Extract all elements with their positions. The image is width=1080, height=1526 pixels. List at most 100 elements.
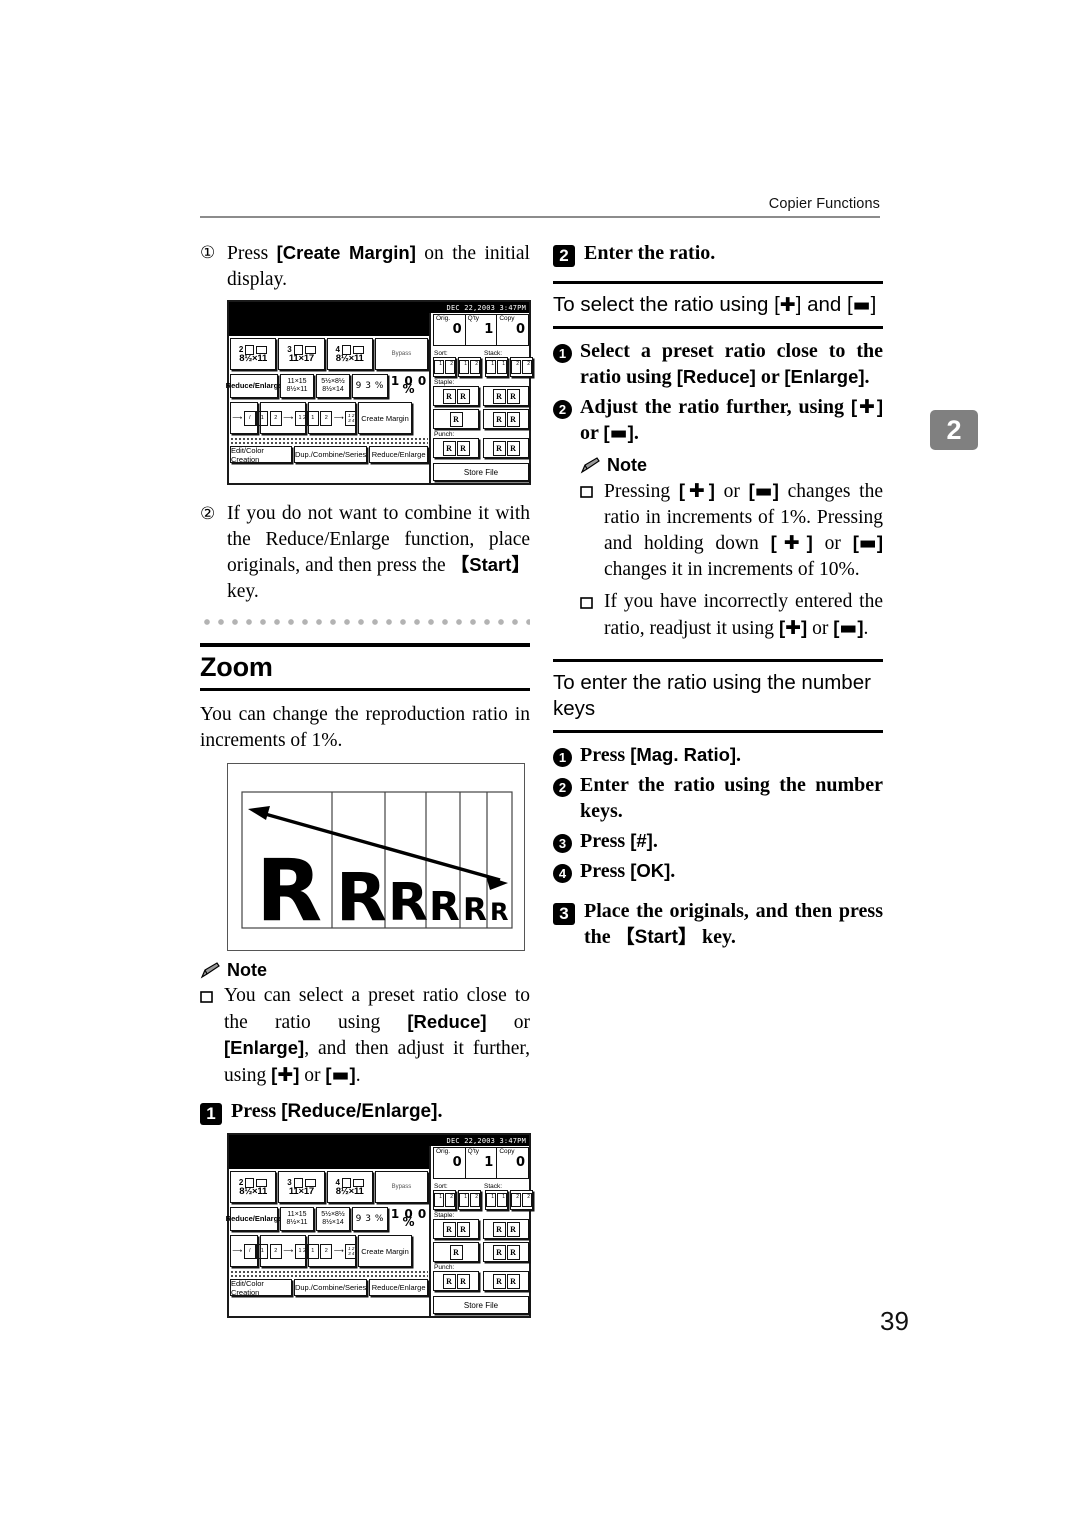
substep-text: Select a preset ratio close to the ratio…	[580, 338, 883, 390]
tab-reduce-enlarge[interactable]: Reduce/Enlarge	[369, 1279, 428, 1296]
reduce-enlarge-button[interactable]: Reduce/Enlarge	[226, 374, 282, 398]
duplex-button-3[interactable]: 1 2 ⟶ 1 23 4	[306, 1235, 358, 1267]
punch-option-button[interactable]: RR	[483, 438, 529, 458]
counter-orig: Orig. 0	[434, 1148, 466, 1178]
left-step-1-text-before: Press	[227, 243, 277, 264]
counter-orig: Orig. 0	[434, 315, 466, 345]
tab-reduce-enlarge[interactable]: Reduce/Enlarge	[369, 446, 428, 463]
step-key: [Reduce/Enlarge]	[281, 1101, 438, 1122]
staple-option-button[interactable]: RR	[483, 1219, 529, 1239]
tray-button[interactable]: 4 8½×11	[326, 1171, 373, 1203]
store-file-button[interactable]: Store File	[433, 463, 529, 481]
tab-dup-combine-series[interactable]: Dup./Combine/Series	[293, 1279, 368, 1296]
counter-copy: Copy 0	[497, 315, 528, 345]
preset-top: 11×15	[287, 377, 307, 385]
substep-key: [#]	[630, 830, 653, 851]
stack-option-button[interactable]: 11	[485, 1190, 508, 1210]
tab-label: Reduce/Enlarge	[371, 450, 426, 459]
substep-marker: 3	[553, 834, 572, 853]
create-margin-button[interactable]: Create Margin	[358, 402, 412, 434]
minus-key: [▬]	[325, 1063, 356, 1086]
duplex-button-3[interactable]: 1 2 ⟶ 1 23 4	[306, 402, 358, 434]
substep-marker: 4	[553, 864, 572, 883]
tray-size: 8½×11	[335, 1186, 364, 1197]
substep-key: [Reduce]	[676, 366, 756, 387]
substep-part: Adjust the ratio further, using	[580, 396, 851, 418]
step-key: 【Start】	[615, 927, 697, 948]
note-item-text: If you have incorrectly entered the rati…	[604, 589, 883, 641]
note-part: or	[486, 1011, 530, 1033]
counter-value: 0	[515, 1155, 526, 1170]
tray-size: 8½×11	[239, 353, 268, 364]
r-icon: R	[506, 388, 520, 404]
stack-option-button[interactable]: 22	[510, 1190, 533, 1210]
counter-label: Copy	[499, 315, 515, 322]
svg-text:R: R	[388, 873, 428, 933]
staple-option-button[interactable]: RR	[433, 1219, 479, 1239]
store-file-button[interactable]: Store File	[433, 1296, 529, 1314]
substep-part: Press	[580, 830, 631, 852]
bypass-tray-button[interactable]: Bypass	[374, 338, 429, 370]
left-step-A: 1 Press [Reduce/Enlarge].	[200, 1098, 530, 1125]
staple-option-button[interactable]: R	[433, 409, 479, 429]
staple-option-button[interactable]: RR	[483, 409, 529, 429]
page-icon: 1	[256, 1243, 269, 1259]
bypass-tray-button[interactable]: Bypass	[374, 1171, 429, 1203]
sort-option-button[interactable]: 12	[458, 1190, 481, 1210]
ratio-preset-button[interactable]: 11×15 8½×11	[280, 1207, 314, 1231]
tray-button[interactable]: 4 8½×11	[326, 338, 373, 370]
r-icon: R	[492, 1221, 506, 1237]
tab-dup-combine-series[interactable]: Dup./Combine/Series	[293, 446, 368, 463]
header-rule	[200, 216, 880, 218]
ratio-preset-button[interactable]: 5½×8½ 8½×14	[316, 374, 350, 398]
stack-option-button[interactable]: 11	[485, 357, 508, 377]
tray-button[interactable]: 2 8½×11	[230, 1171, 277, 1203]
reduce-enlarge-button[interactable]: Reduce/Enlarge	[226, 1207, 282, 1231]
staple-option-button[interactable]: RR	[483, 386, 529, 406]
sort-option-button[interactable]: 12	[433, 357, 456, 377]
substep-marker: 2	[553, 778, 572, 797]
note-part: or	[714, 481, 749, 502]
counter-label: Orig.	[436, 315, 451, 322]
create-margin-button[interactable]: Create Margin	[358, 1235, 412, 1267]
duplex-button-1[interactable]: ⟶ /	[230, 402, 258, 434]
tray-button[interactable]: 3 11×17	[278, 338, 325, 370]
punch-option-button[interactable]: RR	[433, 438, 479, 458]
bypass-label: Bypass	[391, 1184, 412, 1190]
tray-button[interactable]: 2 8½×11	[230, 338, 277, 370]
tab-label: Reduce/Enlarge	[371, 1283, 426, 1292]
plus-key: [✚]	[850, 396, 883, 418]
staple-option-button[interactable]: RR	[483, 1242, 529, 1262]
left-note-item: You can select a preset ratio close to t…	[200, 983, 530, 1088]
left-step-1-key: [Create Margin]	[276, 242, 416, 263]
staple-option-button[interactable]: RR	[433, 386, 479, 406]
sort-option-button[interactable]: 12	[433, 1190, 456, 1210]
ratio-preset-button[interactable]: 11×15 8½×11	[280, 374, 314, 398]
minus-key: [▬]	[603, 422, 634, 444]
duplex-button-2[interactable]: 1 2 ⟶ 1 2	[256, 1235, 310, 1267]
running-header: Copier Functions	[200, 196, 880, 218]
tab-edit-color-creation[interactable]: Edit/Color Creation	[230, 1279, 292, 1297]
tray-button[interactable]: 3 11×17	[278, 1171, 325, 1203]
punch-option-button[interactable]: RR	[433, 1271, 479, 1291]
sort-option-button[interactable]: 12	[458, 357, 481, 377]
ratio-93-button[interactable]: 9 3 %	[352, 1207, 388, 1231]
punch-option-button[interactable]: RR	[483, 1271, 529, 1291]
duplex-button-1[interactable]: ⟶ /	[230, 1235, 258, 1267]
tab-label: Dup./Combine/Series	[294, 450, 367, 459]
substep-text: Press [#].	[580, 828, 883, 854]
ratio-preset-button[interactable]: 5½×8½ 8½×14	[316, 1207, 350, 1231]
left-step-2-marker: ②	[200, 504, 216, 523]
page-icon: 1	[434, 360, 444, 374]
r-icon: R	[442, 1273, 456, 1289]
lcd-counters: Orig. 0 Q'ty 1 Copy 0	[433, 314, 529, 346]
staple-option-button[interactable]: R	[433, 1242, 479, 1262]
r-icon: R	[492, 411, 506, 427]
ratio-93-button[interactable]: 9 3 %	[352, 374, 388, 398]
duplex-button-2[interactable]: 1 2 ⟶ 1 2	[256, 402, 310, 434]
lcd-function-tabs: Edit/Color Creation Dup./Combine/Series …	[229, 1278, 429, 1300]
pencil-icon	[580, 457, 600, 474]
stack-option-button[interactable]: 22	[510, 357, 533, 377]
tab-edit-color-creation[interactable]: Edit/Color Creation	[230, 446, 292, 464]
plus-key: [✚]	[678, 480, 715, 502]
